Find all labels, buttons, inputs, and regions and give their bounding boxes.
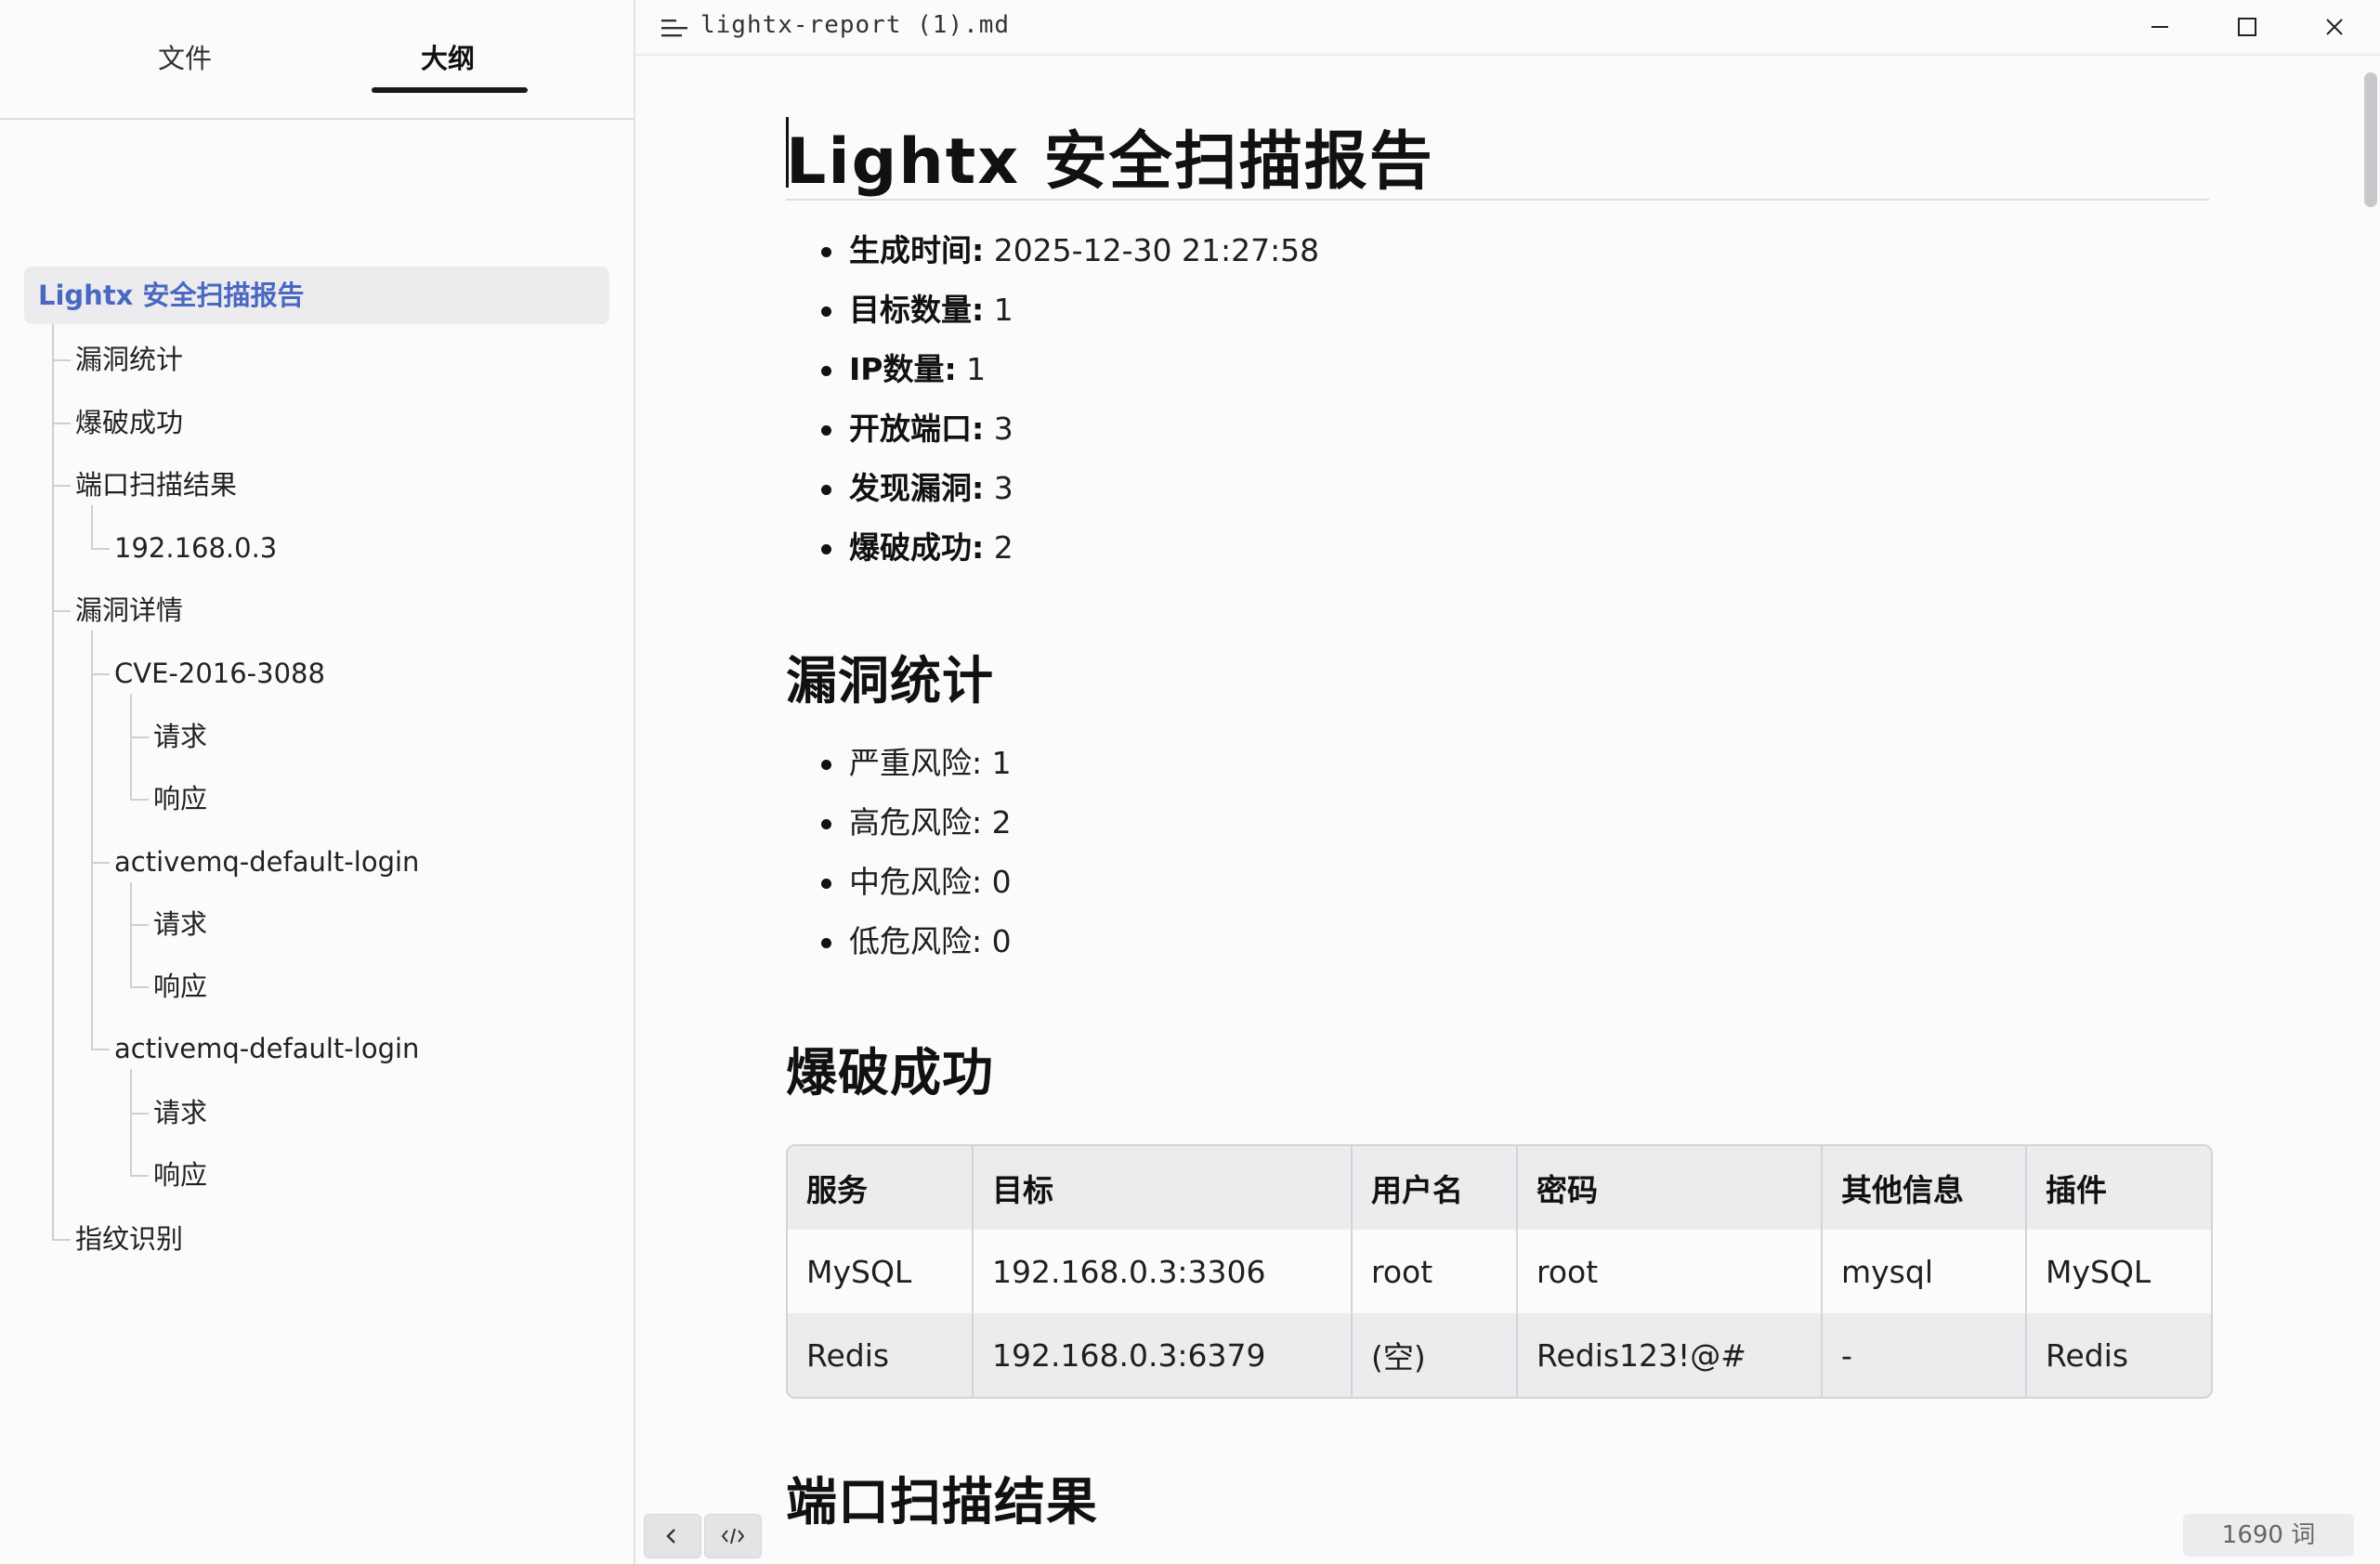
list-item: 中危风险: 0 [786,862,1012,921]
sidebar-tabs: 文件 大纲 [0,0,634,120]
file-title: lightx-report (1).md [700,11,1011,39]
list-item: 发现漏洞: 3 [786,468,1319,528]
tree-guide-line [52,324,54,1239]
table-cell: root [1352,1230,1518,1313]
outline-item-ip[interactable]: 192.168.0.3 [114,529,277,567]
outline-item-fingerprint[interactable]: 指纹识别 [75,1220,183,1258]
table-cell: MySQL [2046,1253,2151,1290]
column-header: 插件 [2046,1172,2107,1208]
list-item: 高危风险: 2 [786,802,1012,862]
column-header: 用户名 [1352,1146,1518,1230]
table-cell: 192.168.0.3:6379 [973,1313,1353,1397]
table-header-row: 服务 目标 用户名 密码 其他信息 插件 [788,1146,2211,1230]
maximize-button[interactable] [2203,0,2291,54]
close-icon [2326,19,2343,35]
tree-guide-line [130,986,149,988]
outline-item-brute-success[interactable]: 爆破成功 [75,404,183,441]
tab-outline[interactable]: 大纲 [421,37,475,76]
column-header: 密码 [1517,1146,1823,1230]
tree-guide-line [130,1069,132,1175]
list-item: 开放端口: 3 [786,409,1319,468]
tree-guide-line [130,882,132,986]
tree-guide-line [130,1113,149,1114]
column-header: 服务 [788,1146,974,1230]
outline-item-activemq[interactable]: activemq-default-login [114,843,419,880]
vuln-stats-list: 严重风险: 1 高危风险: 2 中危风险: 0 低危风险: 0 [786,743,1012,981]
outline-item-port-scan[interactable]: 端口扫描结果 [75,466,237,503]
outline-item-request[interactable]: 请求 [153,906,207,943]
column-header: 其他信息 [1822,1146,2027,1230]
list-item: 目标数量: 1 [786,290,1319,349]
document-title: Lightx 安全扫描报告 [786,125,1434,199]
table-cell: mysql [1822,1230,2027,1313]
back-button[interactable] [644,1514,701,1558]
tree-guide-line [91,862,110,864]
tree-guide-line [130,694,132,799]
list-item: 低危风险: 0 [786,921,1012,981]
tree-guide-line [91,548,110,550]
table-cell: MySQL [788,1230,974,1313]
word-count[interactable]: 1690 词 [2183,1514,2354,1557]
table-cell: root [1517,1230,1823,1313]
outline-item-request[interactable]: 请求 [153,1094,207,1131]
table-cell: 192.168.0.3:3306 [973,1230,1353,1313]
outline-item-response[interactable]: 响应 [153,1156,207,1193]
tree-guide-line [52,359,71,361]
code-icon [721,1528,745,1544]
title-bar: lightx-report (1).md [635,0,2380,56]
outline-item-vuln-details[interactable]: 漏洞详情 [75,592,183,629]
list-item: 严重风险: 1 [786,743,1012,802]
tree-guide-line [52,485,71,487]
table-cell: - [1822,1313,2027,1397]
minimize-icon [2151,26,2168,28]
outline-item-activemq[interactable]: activemq-default-login [114,1030,419,1067]
outline-item-vuln-stats[interactable]: 漏洞统计 [75,341,183,378]
maximize-icon [2238,18,2256,36]
list-item: 爆破成功: 2 [786,528,1319,587]
chevron-left-icon [666,1529,675,1544]
tree-guide-line [52,1239,71,1241]
minimize-button[interactable] [2116,0,2203,54]
sidebar: 文件 大纲 Lightx 安全扫描报告 漏洞统计 爆破成功 端口扫描结果 192… [0,0,635,1564]
tab-files[interactable]: 文件 [158,37,212,76]
table-row: MySQL 192.168.0.3:3306 root root mysql M… [788,1230,2211,1313]
vertical-scrollbar[interactable] [2361,54,2380,1564]
table-cell: (空) [1352,1313,1518,1397]
outline-item-cve[interactable]: CVE-2016-3088 [114,655,325,692]
tree-guide-line [130,1175,149,1177]
title-divider [786,199,2209,201]
report-meta-list: 生成时间: 2025-12-30 21:27:58 目标数量: 1 IP数量: … [786,230,1319,587]
table-row: Redis 192.168.0.3:6379 (空) Redis123!@# -… [788,1313,2211,1397]
tree-guide-line [91,631,93,1049]
column-header: 目标 [973,1146,1353,1230]
brute-table: 服务 目标 用户名 密码 其他信息 插件 MySQL 192.168.0.3:3… [786,1144,2213,1399]
menu-icon[interactable] [661,17,689,39]
outline-item-response[interactable]: 响应 [153,780,207,817]
table-cell: Redis123!@# [1517,1313,1823,1397]
scrollbar-thumb[interactable] [2364,72,2377,207]
tree-guide-line [130,924,149,926]
active-tab-indicator [372,87,528,93]
list-item: IP数量: 1 [786,349,1319,409]
source-mode-button[interactable] [704,1514,762,1558]
outline-item-request[interactable]: 请求 [153,718,207,755]
heading-brute-success: 爆破成功 [786,1043,995,1102]
close-button[interactable] [2291,0,2378,54]
tree-guide-line [52,423,71,424]
tree-guide-line [130,736,149,738]
tree-guide-line [52,610,71,612]
table-cell: Redis [2046,1336,2129,1374]
heading-port-scan: 端口扫描结果 [786,1472,1099,1531]
tree-guide-line [91,673,110,675]
outline-item-response[interactable]: 响应 [153,968,207,1005]
outline-item-root[interactable]: Lightx 安全扫描报告 [24,267,609,324]
tree-guide-line [91,505,93,548]
tree-guide-line [130,799,149,801]
list-item: 生成时间: 2025-12-30 21:27:58 [786,230,1319,290]
tree-guide-line [91,1049,110,1050]
heading-vuln-stats: 漏洞统计 [786,651,995,710]
table-cell: Redis [788,1313,974,1397]
